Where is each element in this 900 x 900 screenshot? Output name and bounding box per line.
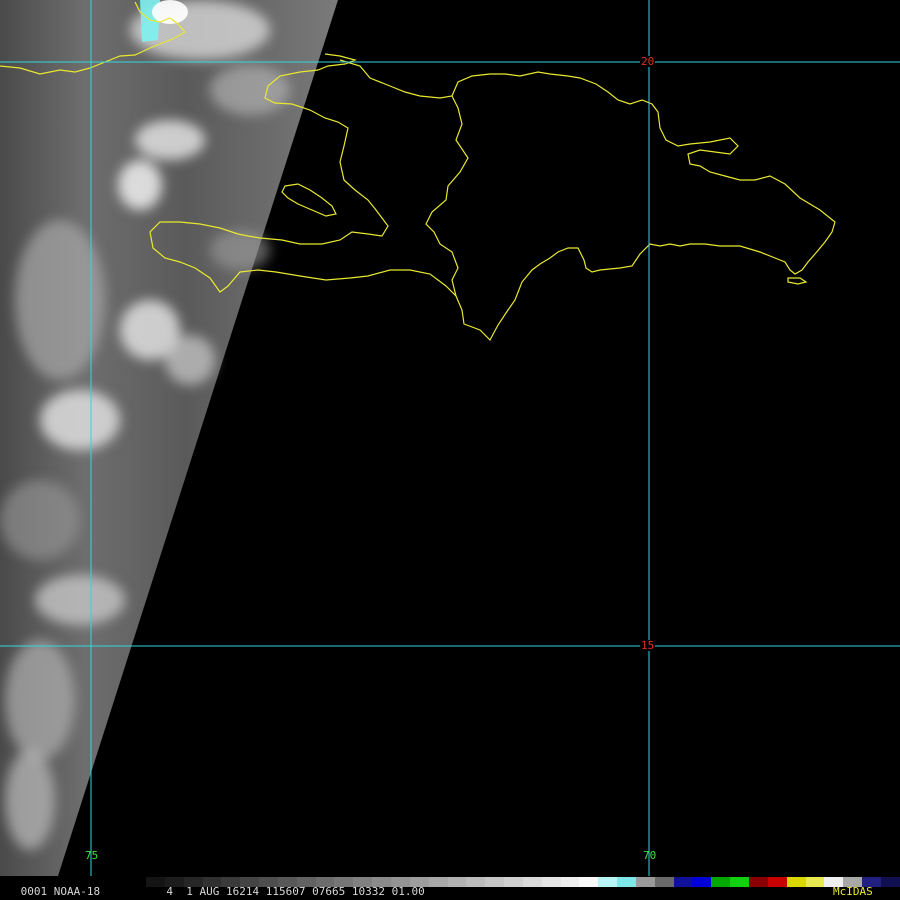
color-scale-segment bbox=[805, 877, 825, 887]
color-scale-segment bbox=[466, 877, 486, 887]
color-scale-segment bbox=[692, 877, 712, 887]
color-scale-segment bbox=[504, 877, 523, 887]
color-scale-segment bbox=[880, 877, 900, 887]
color-scale-segment bbox=[767, 877, 787, 887]
color-scale-segment bbox=[485, 877, 505, 887]
color-scale-segment bbox=[598, 877, 618, 887]
border-haiti-dominican-republic bbox=[425, 95, 469, 297]
coastline-saona-island bbox=[787, 277, 808, 285]
imagery-swath bbox=[0, 0, 338, 876]
color-scale-segment bbox=[560, 877, 580, 887]
color-scale-segment bbox=[541, 877, 561, 887]
image-header-text: 00001 NOAA-18 4 1 AUG 16214 115607 07665… bbox=[14, 886, 425, 898]
image-date: 1 AUG 16214 bbox=[186, 885, 260, 898]
satellite-name: NOAA-18 bbox=[53, 885, 101, 898]
color-scale-segment bbox=[522, 877, 542, 887]
frame-number: 0001 bbox=[20, 885, 48, 898]
color-scale-segment bbox=[730, 877, 749, 887]
lat-label-20: 20 bbox=[640, 55, 656, 68]
color-scale-segment bbox=[786, 877, 806, 887]
image-time: 115607 bbox=[265, 885, 306, 898]
color-scale-segment bbox=[749, 877, 768, 887]
satellite-map bbox=[0, 0, 900, 876]
center-lat-code: 07665 bbox=[312, 885, 346, 898]
color-scale-segment bbox=[579, 877, 599, 887]
lat-label-15: 15 bbox=[640, 639, 656, 652]
color-scale-segment bbox=[428, 877, 448, 887]
lon-label-75: 75 bbox=[85, 849, 99, 862]
color-scale-segment bbox=[711, 877, 731, 887]
color-scale-segment bbox=[673, 877, 693, 887]
band-number: 4 bbox=[166, 885, 173, 898]
color-scale-segment bbox=[654, 877, 674, 887]
center-lon-code: 10332 bbox=[351, 885, 385, 898]
satellite-image-viewer: 20 15 75 70 00001 NOAA-18 4 1 AUG 16214 … bbox=[0, 0, 900, 900]
color-scale-segment bbox=[635, 877, 655, 887]
lon-label-70: 70 bbox=[643, 849, 657, 862]
color-scale-segment bbox=[617, 877, 636, 887]
coastline-gonave-island bbox=[281, 183, 337, 217]
mcidas-brand: McIDAS bbox=[833, 885, 873, 898]
color-scale-segment bbox=[447, 877, 467, 887]
resolution: 01.00 bbox=[391, 885, 425, 898]
